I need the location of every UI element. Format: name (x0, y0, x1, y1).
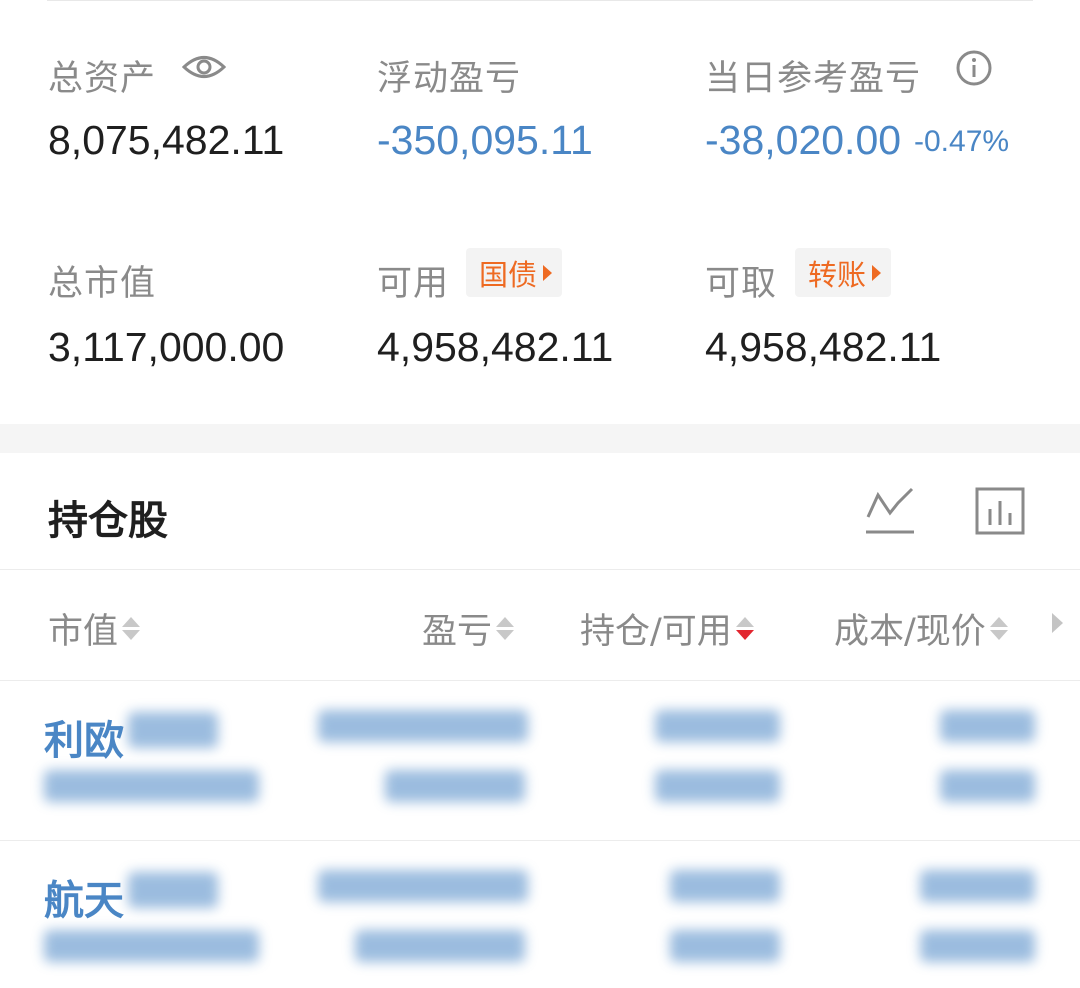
blurred-content (318, 870, 528, 902)
market-value-value: 3,117,000.00 (48, 324, 285, 370)
withdrawable-value: 4,958,482.11 (705, 324, 942, 370)
info-icon[interactable] (955, 49, 993, 87)
transfer-chip-label: 转账 (808, 257, 867, 292)
blurred-content (318, 710, 528, 742)
market-value-label: 总市值 (48, 264, 157, 304)
transfer-chip[interactable]: 转账 (795, 248, 892, 297)
blurred-content (940, 710, 1035, 742)
stock-name[interactable]: 航天 (44, 868, 124, 926)
top-divider (47, 0, 1033, 1)
sort-icon (989, 617, 1008, 640)
blurred-content (128, 872, 218, 908)
withdrawable-label: 可取 (705, 264, 778, 304)
divider (0, 840, 1080, 841)
column-header-cost-price[interactable]: 成本/现价 (834, 603, 1008, 654)
daily-pnl-percent: -0.47% (914, 125, 1010, 158)
column-header-pnl[interactable]: 盈亏 (422, 603, 515, 654)
caret-right-icon (872, 264, 882, 281)
divider (0, 680, 1080, 681)
column-label: 市值 (48, 612, 119, 652)
column-header-market-value[interactable]: 市值 (48, 603, 141, 654)
divider (0, 569, 1080, 570)
blurred-content (655, 710, 780, 742)
blurred-content (920, 870, 1035, 902)
floating-pnl-label: 浮动盈亏 (377, 59, 522, 99)
floating-pnl-value: -350,095.11 (377, 117, 593, 163)
blurred-content (128, 712, 218, 748)
blurred-content (670, 930, 780, 962)
blurred-content (670, 870, 780, 902)
available-label: 可用 (377, 264, 450, 304)
daily-pnl-label: 当日参考盈亏 (705, 59, 922, 99)
line-chart-icon[interactable] (864, 487, 916, 535)
holdings-title: 持仓股 (48, 498, 168, 544)
sort-icon (735, 617, 754, 640)
stock-name[interactable]: 利欧 (44, 708, 124, 766)
eye-icon[interactable] (182, 52, 226, 82)
sort-icon (496, 617, 515, 640)
caret-right-icon (543, 264, 553, 281)
daily-pnl-value: -38,020.00 (705, 117, 902, 163)
chevron-right-icon[interactable] (1052, 613, 1063, 633)
total-assets-value: 8,075,482.11 (48, 117, 285, 163)
blurred-content (940, 770, 1035, 802)
available-value: 4,958,482.11 (377, 324, 614, 370)
blurred-content (44, 770, 259, 802)
blurred-content (355, 930, 525, 962)
column-header-position[interactable]: 持仓/可用 (580, 603, 754, 654)
section-separator (0, 424, 1080, 453)
total-assets-label: 总资产 (48, 59, 157, 99)
blurred-content (44, 930, 259, 962)
column-label: 成本/现价 (834, 612, 986, 652)
blurred-content (385, 770, 525, 802)
column-label: 持仓/可用 (580, 612, 732, 652)
blurred-content (655, 770, 780, 802)
column-label: 盈亏 (422, 612, 493, 652)
treasury-bond-chip[interactable]: 国债 (466, 248, 563, 297)
sort-icon (122, 617, 141, 640)
bar-chart-icon[interactable] (975, 487, 1025, 535)
treasury-bond-chip-label: 国债 (479, 257, 538, 292)
blurred-content (920, 930, 1035, 962)
